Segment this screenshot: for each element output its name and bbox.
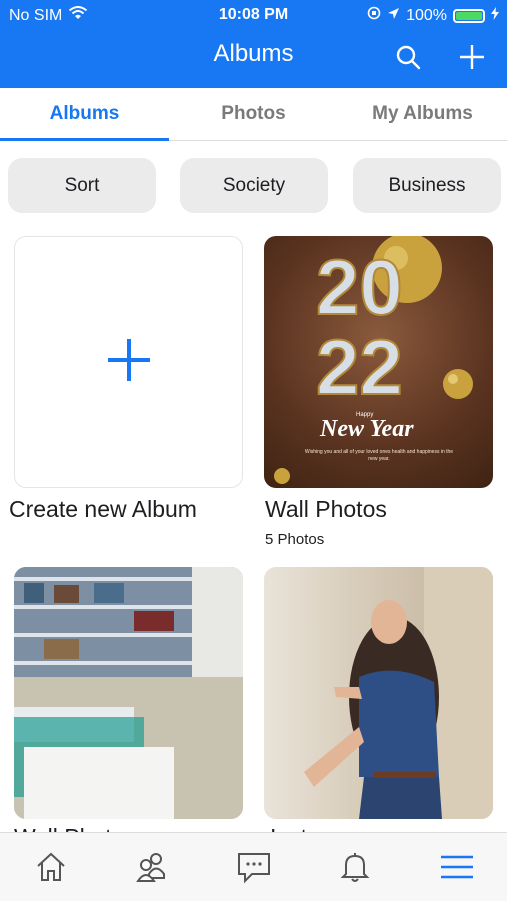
album-name[interactable]: Wall Photos [14,824,136,832]
filter-sort[interactable]: Sort [8,158,156,213]
plus-icon [106,337,152,388]
album-cover-wall-photos-2[interactable] [14,567,243,819]
location-icon [387,7,400,25]
tab-my-albums[interactable]: My Albums [338,88,507,140]
create-album-card[interactable] [14,236,243,488]
cover-greeting: New Year [319,416,414,442]
filter-business[interactable]: Business [353,158,501,213]
bottom-tab-bar [0,832,507,901]
friends-icon[interactable] [101,833,202,901]
charging-icon [491,6,499,25]
app-header: No SIM 10:08 PM 100% Albums [0,0,507,88]
album-cover-instagram[interactable] [264,567,493,819]
plus-icon[interactable] [457,42,487,72]
filter-society[interactable]: Society [180,158,328,213]
menu-icon[interactable] [406,833,507,901]
filter-chips: Sort Society Business [8,158,501,213]
chat-icon[interactable] [203,833,304,901]
cover-message: Wishing you and all of your loved ones h… [304,449,454,462]
bell-icon[interactable] [304,833,405,901]
page-title: Albums [213,40,294,67]
portrait-photo [304,567,493,819]
tab-albums[interactable]: Albums [0,88,169,141]
home-icon[interactable] [0,833,101,901]
tab-bar-top: Albums Photos My Albums [0,88,507,141]
search-icon[interactable] [393,42,423,72]
battery-icon [453,8,485,23]
battery-percent: 100% [406,6,447,24]
status-bar: No SIM 10:08 PM 100% [0,0,507,30]
album-name[interactable]: Create new Album [9,496,197,523]
album-name[interactable]: Instagram [270,824,372,832]
album-count: 5 Photos [265,531,325,548]
year-bottom: 22 [316,323,403,411]
office-photo [14,567,243,819]
orientation-lock-icon [367,6,381,25]
album-cover-wall-photos[interactable]: 20 22 Happy New Year Wishing you and all… [264,236,493,488]
album-name[interactable]: Wall Photos [265,496,387,523]
new-year-cover-art: 20 22 Happy New Year Wishing you and all… [274,236,473,484]
year-top: 20 [316,243,403,331]
tab-photos[interactable]: Photos [169,88,338,140]
